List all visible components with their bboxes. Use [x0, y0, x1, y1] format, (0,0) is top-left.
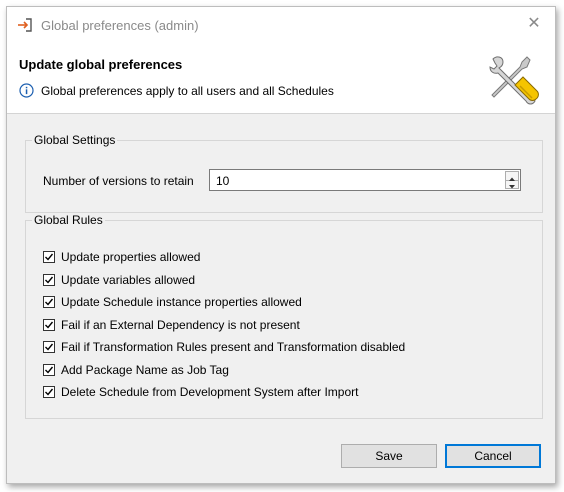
- rule-label: Update Schedule instance properties allo…: [61, 295, 302, 309]
- global-settings-group: Global Settings Number of versions to re…: [25, 133, 543, 213]
- spinner-arrows: [505, 171, 519, 189]
- spin-down-icon[interactable]: [506, 180, 518, 189]
- title-bar: Global preferences (admin) ✕: [7, 7, 555, 43]
- checkbox-checked-icon[interactable]: [43, 363, 55, 376]
- info-text: Global preferences apply to all users an…: [41, 84, 334, 98]
- checkbox-checked-icon[interactable]: [43, 318, 55, 331]
- versions-label: Number of versions to retain: [43, 174, 194, 188]
- dialog-header: Update global preferences Global prefere…: [7, 43, 555, 114]
- checkbox-checked-icon[interactable]: [43, 386, 55, 398]
- rule-label: Delete Schedule from Development System …: [61, 385, 359, 399]
- save-button[interactable]: Save: [341, 444, 437, 468]
- versions-row: Number of versions to retain 10: [43, 169, 523, 193]
- import-arrow-icon: [17, 17, 33, 33]
- window-title: Global preferences (admin): [41, 18, 199, 33]
- wrench-screwdriver-icon: [487, 53, 541, 107]
- versions-spinner[interactable]: 10: [209, 169, 521, 191]
- checkbox-checked-icon[interactable]: [43, 273, 55, 286]
- dialog-window: Global preferences (admin) ✕ Update glob…: [6, 6, 556, 484]
- rule-label: Fail if Transformation Rules present and…: [61, 340, 406, 354]
- close-icon[interactable]: ✕: [525, 15, 543, 33]
- global-rules-legend: Global Rules: [34, 213, 103, 227]
- global-settings-legend: Global Settings: [34, 133, 116, 147]
- dialog-heading: Update global preferences: [19, 57, 183, 72]
- cancel-button[interactable]: Cancel: [445, 444, 541, 468]
- info-icon: [19, 83, 34, 98]
- rule-label: Update variables allowed: [61, 272, 196, 287]
- checkbox-checked-icon[interactable]: [43, 251, 55, 263]
- checkbox-checked-icon[interactable]: [43, 296, 55, 308]
- checkbox-checked-icon[interactable]: [43, 341, 55, 353]
- rule-label: Add Package Name as Job Tag: [61, 362, 229, 377]
- global-rules-group: Global Rules Update properties allowed U…: [25, 213, 543, 419]
- rule-label: Update properties allowed: [61, 250, 201, 264]
- rule-label: Fail if an External Dependency is not pr…: [61, 317, 300, 332]
- versions-value[interactable]: 10: [216, 174, 229, 188]
